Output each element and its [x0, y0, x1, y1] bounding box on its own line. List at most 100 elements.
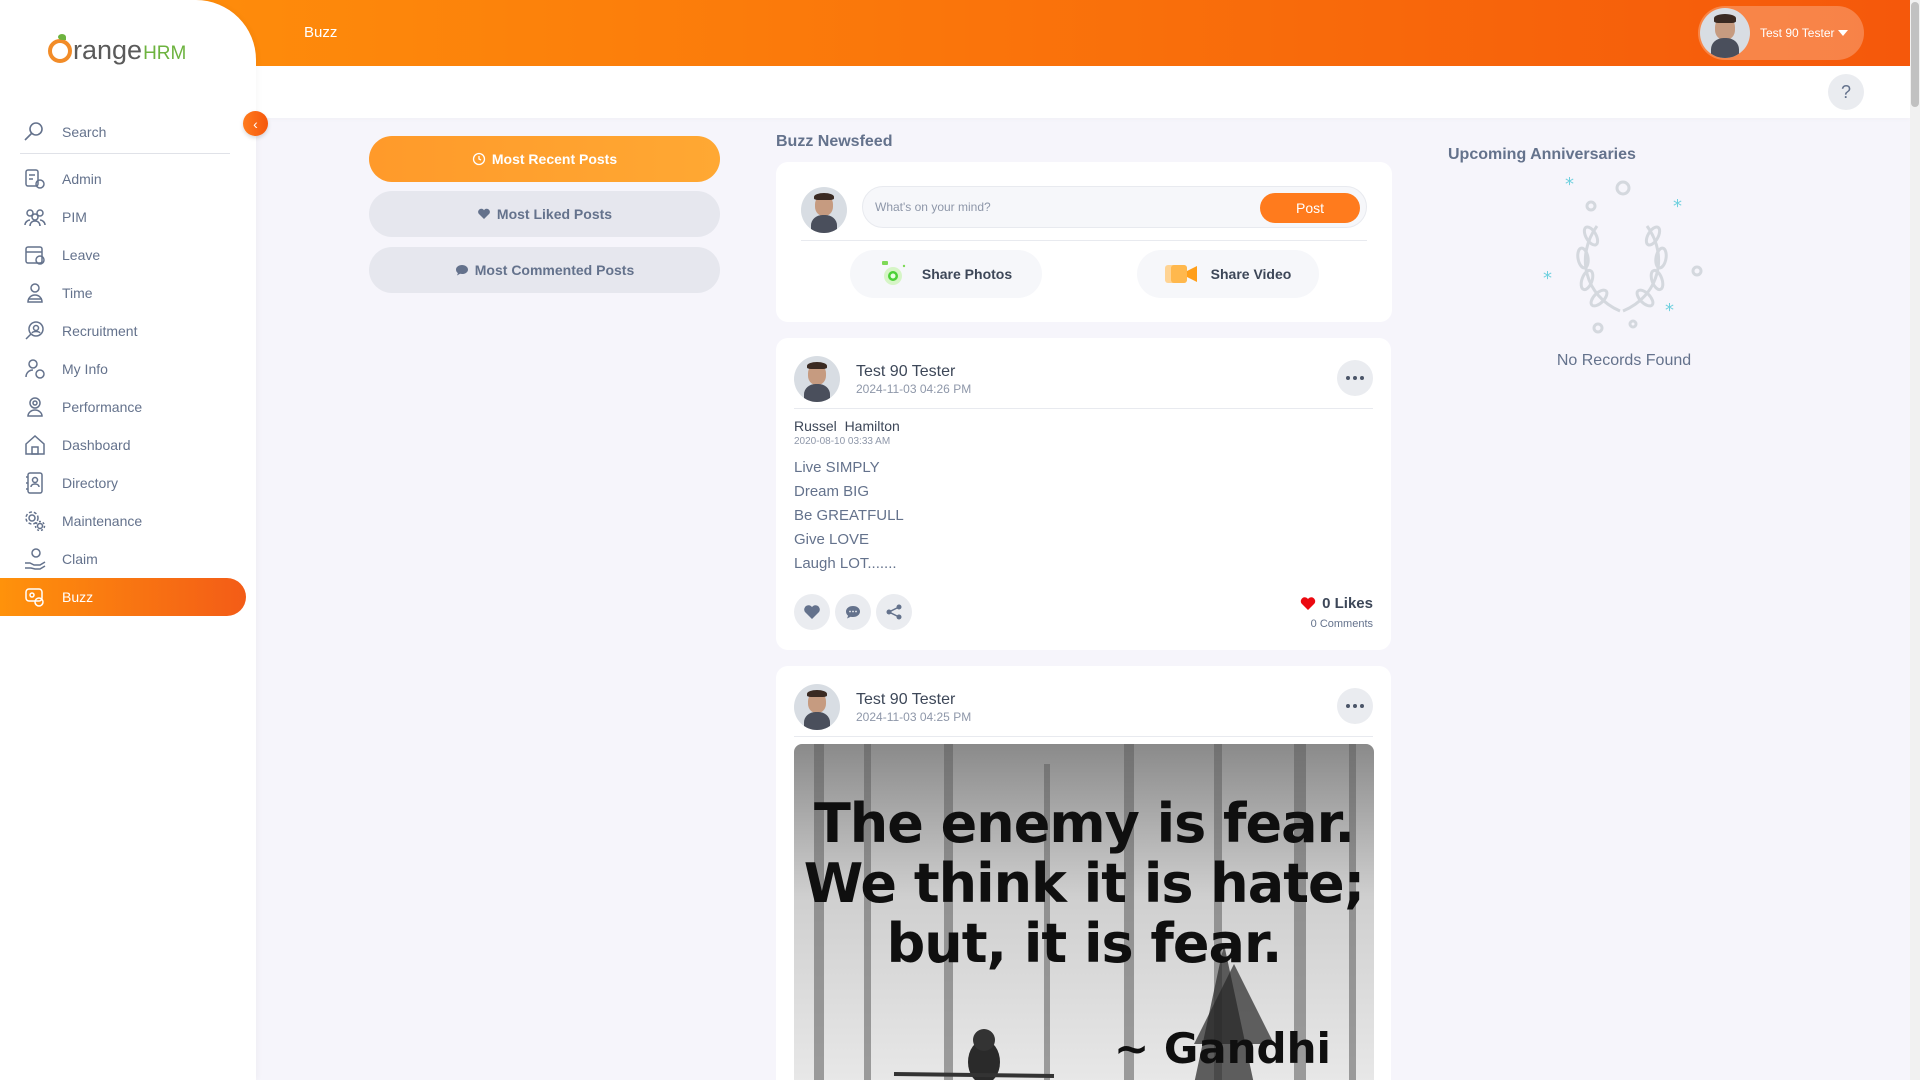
post-date: 2024-11-03 04:26 PM	[856, 381, 972, 396]
post-author: Test 90 Tester	[856, 690, 956, 708]
divider	[794, 408, 1373, 409]
leave-icon	[22, 242, 48, 268]
quote-line: but, it is fear.	[886, 912, 1283, 975]
post-body: Live SIMPLY Dream BIG Be GREATFULL Give …	[794, 456, 904, 576]
post-options-button[interactable]	[1337, 688, 1373, 724]
orange-logo-icon	[48, 33, 72, 63]
sidebar-item-label: Claim	[62, 551, 98, 567]
main-menu: Admin PIM Leave Time Recruitment My Info…	[0, 160, 256, 616]
likes-label: 0 Likes	[1322, 595, 1373, 612]
no-records-text: No Records Found	[1556, 352, 1692, 369]
sidebar-item-label: PIM	[62, 209, 87, 225]
top-header: Buzz Test 90 Tester	[0, 0, 1910, 66]
search-input[interactable]: Search	[62, 124, 106, 140]
sidebar-item-performance[interactable]: Performance	[0, 388, 256, 426]
post-input-placeholder: What's on your mind?	[875, 200, 991, 214]
sidebar-item-claim[interactable]: Claim	[0, 540, 256, 578]
svg-text:*: *	[1543, 268, 1552, 289]
laurel-wreath-icon: * * * *	[1543, 176, 1703, 334]
filter-label: Most Liked Posts	[496, 206, 613, 222]
buzz-icon	[22, 584, 48, 610]
share-icon	[886, 604, 902, 620]
share-video-button[interactable]: Share Video	[1137, 250, 1319, 298]
heart-icon	[1300, 596, 1316, 611]
sidebar-item-directory[interactable]: Directory	[0, 464, 256, 502]
sidebar-item-maintenance[interactable]: Maintenance	[0, 502, 256, 540]
sidebar-item-label: Buzz	[62, 589, 94, 605]
shared-post-author: Russel Hamilton	[794, 418, 900, 434]
sidebar-item-label: Performance	[62, 399, 143, 415]
shared-post-date: 2020-08-10 03:33 AM	[794, 436, 891, 447]
most-recent-posts-button[interactable]: Most Recent Posts	[369, 136, 720, 182]
post-input[interactable]: What's on your mind? Post	[862, 186, 1367, 228]
pim-icon	[22, 204, 48, 230]
post-composer: What's on your mind? Post Share Photos S…	[776, 162, 1392, 322]
share-button[interactable]	[876, 594, 912, 630]
sidebar-item-recruitment[interactable]: Recruitment	[0, 312, 256, 350]
directory-icon	[22, 470, 48, 496]
user-dropdown[interactable]: Test 90 Tester	[1698, 6, 1864, 60]
sidebar-search[interactable]: Search	[20, 110, 230, 154]
help-button[interactable]: ?	[1828, 74, 1864, 110]
sidebar-item-time[interactable]: Time	[0, 274, 256, 312]
brand-name: range	[73, 34, 143, 65]
comment-icon	[846, 606, 860, 619]
most-commented-posts-button[interactable]: Most Commented Posts	[369, 247, 720, 293]
page-scrollbar[interactable]	[1910, 0, 1920, 1080]
share-video-label: Share Video	[1210, 266, 1292, 282]
sidebar-item-label: Directory	[62, 475, 119, 491]
brand-hrm: HRM	[143, 42, 187, 64]
heart-icon	[477, 207, 491, 221]
most-liked-posts-button[interactable]: Most Liked Posts	[369, 191, 720, 237]
post-options-button[interactable]	[1337, 360, 1373, 396]
post-author: Test 90 Tester	[856, 362, 956, 380]
user-avatar	[1700, 8, 1750, 58]
sidebar-item-label: Admin	[62, 171, 102, 187]
post-card: Test 90 Tester 2024-11-03 04:25 PM The e…	[776, 666, 1391, 1080]
heart-icon	[804, 605, 820, 619]
post-date: 2024-11-03 04:25 PM	[856, 709, 972, 724]
sidebar-item-my-info[interactable]: My Info	[0, 350, 256, 388]
sidebar-item-admin[interactable]: Admin	[0, 160, 256, 198]
admin-icon	[22, 166, 48, 192]
sidebar-item-label: Recruitment	[62, 323, 138, 339]
claim-icon	[22, 546, 48, 572]
composer-avatar	[801, 187, 847, 233]
sidebar-item-label: Leave	[62, 247, 101, 263]
page-title: Buzz	[304, 24, 338, 41]
divider	[794, 736, 1373, 737]
maintenance-icon	[22, 508, 48, 534]
comments-count[interactable]: 0 Comments	[1311, 618, 1373, 630]
post-button[interactable]: Post	[1260, 193, 1360, 223]
sidebar-collapse-button[interactable]: ‹	[243, 111, 268, 136]
share-photos-button[interactable]: Share Photos	[850, 250, 1042, 298]
quote-line: We think it is hate;	[803, 852, 1365, 915]
comment-button[interactable]	[835, 594, 871, 630]
scrollbar-thumb[interactable]	[1911, 2, 1919, 107]
post-line: Live SIMPLY	[794, 459, 880, 476]
clock-icon	[472, 152, 486, 166]
sidebar-item-leave[interactable]: Leave	[0, 236, 256, 274]
svg-text:*: *	[1565, 176, 1574, 195]
post-header: Test 90 Tester 2024-11-03 04:25 PM	[794, 684, 971, 730]
sidebar-item-pim[interactable]: PIM	[0, 198, 256, 236]
orangehrm-logo[interactable]: range HRM	[48, 30, 186, 70]
camera-icon	[880, 261, 910, 287]
svg-text:*: *	[1665, 300, 1674, 321]
post-actions	[794, 594, 917, 630]
sidebar-item-label: Time	[62, 285, 93, 301]
likes-count[interactable]: 0 Likes	[1300, 595, 1373, 612]
sidebar-item-dashboard[interactable]: Dashboard	[0, 426, 256, 464]
like-button[interactable]	[794, 594, 830, 630]
filter-label: Most Commented Posts	[474, 262, 635, 278]
image-quote: The enemy is fear. We think it is hate; …	[794, 794, 1374, 974]
post-line: Laugh LOT.......	[794, 555, 897, 572]
performance-icon	[22, 394, 48, 420]
video-camera-icon	[1164, 263, 1199, 285]
filter-label: Most Recent Posts	[491, 151, 618, 167]
post-image[interactable]: The enemy is fear. We think it is hate; …	[794, 744, 1374, 1080]
sub-header	[256, 66, 1910, 118]
chevron-left-icon: ‹	[253, 115, 258, 132]
sidebar-item-buzz[interactable]: Buzz	[0, 578, 246, 616]
quote-line: The enemy is fear.	[813, 792, 1355, 855]
